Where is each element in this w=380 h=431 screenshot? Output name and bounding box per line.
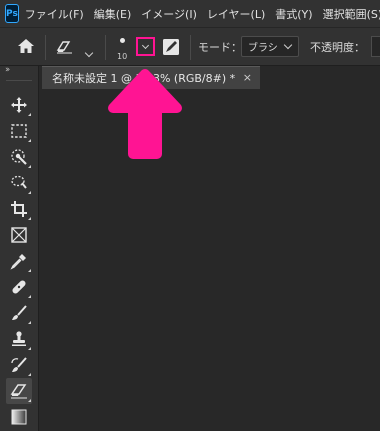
eyedropper-icon: [10, 254, 26, 270]
collapse-toolbox-button[interactable]: ››: [5, 65, 10, 75]
menu-edit[interactable]: 編集(E): [94, 6, 132, 22]
menu-image[interactable]: イメージ(I): [141, 6, 197, 22]
divider: [190, 35, 191, 60]
tool-preset-dropdown[interactable]: [84, 41, 94, 60]
frame-icon: [11, 227, 27, 243]
quick-selection-tool[interactable]: [6, 144, 32, 170]
chevron-down-icon: [141, 41, 150, 49]
gradient-tool[interactable]: [6, 404, 32, 430]
toolbox: ››: [0, 65, 39, 431]
mode-select-value: ブラシ: [248, 43, 278, 54]
quick-selection-icon: [11, 149, 27, 165]
gradient-icon: [11, 409, 27, 425]
opacity-label: 不透明度：: [310, 41, 365, 54]
menu-file[interactable]: ファイル(F): [25, 6, 84, 22]
brush-tool[interactable]: [6, 300, 32, 326]
options-bar: 10 モード： ブラシ 不透明度：: [0, 27, 380, 66]
clone-stamp-tool[interactable]: [6, 326, 32, 352]
lasso-icon: [11, 175, 27, 189]
move-icon: [11, 97, 27, 113]
brush-settings-icon: [163, 39, 179, 55]
chevron-down-icon: [283, 40, 293, 50]
menu-select[interactable]: 選択範囲(S): [323, 6, 380, 22]
canvas-area[interactable]: [39, 89, 380, 431]
annotation-arrow-icon: [108, 69, 182, 159]
mode-select[interactable]: ブラシ: [241, 36, 299, 57]
opacity-input[interactable]: [371, 36, 380, 57]
eraser-icon: [56, 41, 72, 54]
chevron-down-icon: [84, 48, 94, 58]
crop-tool[interactable]: [6, 196, 32, 222]
lasso-tool[interactable]: [6, 170, 32, 196]
bandage-icon: [12, 280, 26, 294]
menu-bar: Ps ファイル(F) 編集(E) イメージ(I) レイヤー(L) 書式(Y) 選…: [0, 0, 380, 27]
marquee-tool[interactable]: [6, 118, 32, 144]
history-brush-icon: [11, 357, 27, 372]
divider: [45, 35, 46, 60]
frame-tool[interactable]: [6, 222, 32, 248]
tool-preset-picker[interactable]: [56, 39, 74, 58]
history-brush-tool[interactable]: [6, 352, 32, 378]
crop-icon: [11, 201, 27, 217]
eraser-icon: [10, 384, 27, 399]
stamp-icon: [12, 331, 26, 346]
brush-preview[interactable]: [120, 38, 125, 43]
menu-type[interactable]: 書式(Y): [275, 6, 312, 22]
brush-picker-dropdown[interactable]: [136, 37, 155, 56]
brush-icon: [12, 305, 27, 320]
eraser-tool[interactable]: [6, 378, 32, 404]
home-button[interactable]: [17, 38, 35, 58]
home-icon: [18, 39, 34, 53]
close-tab-button[interactable]: ×: [243, 71, 252, 84]
brush-settings-panel-button[interactable]: [162, 38, 180, 56]
healing-brush-tool[interactable]: [6, 274, 32, 300]
move-tool[interactable]: [6, 92, 32, 118]
photoshop-logo: Ps: [5, 4, 19, 23]
mode-label: モード：: [198, 41, 242, 54]
document-tab-bar: 名称未設定 1 @ 33.3% (RGB/8#) * ×: [39, 66, 380, 89]
brush-size-value: 10: [117, 52, 128, 61]
divider: [6, 80, 32, 81]
eyedropper-tool[interactable]: [6, 248, 32, 274]
menu-layer[interactable]: レイヤー(L): [207, 6, 265, 22]
rectangular-marquee-icon: [11, 124, 27, 138]
divider: [105, 35, 106, 60]
brush-tip-icon: [120, 38, 125, 43]
